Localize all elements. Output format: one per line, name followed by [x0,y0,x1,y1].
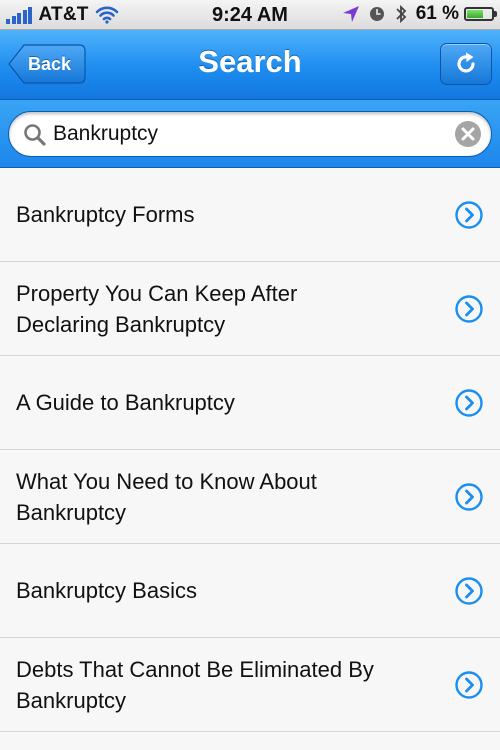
search-field[interactable] [8,111,492,157]
battery-percent: 61 % [415,3,459,24]
list-item-label: A Guide to Bankruptcy [16,390,235,415]
disclosure-chevron-icon[interactable] [454,482,484,512]
navigation-bar: Back Search [0,30,500,100]
battery-icon [464,7,497,21]
list-item-label: Debts That Cannot Be Eliminated By Bankr… [16,656,374,713]
list-item[interactable]: Bankruptcy Basics [0,544,500,638]
list-item[interactable]: Debts That Cannot Be Eliminated By Bankr… [0,638,500,732]
list-item[interactable]: What You Need to Know About Bankruptcy [0,450,500,544]
battery-level-fill [467,10,483,18]
location-arrow-icon [342,5,360,23]
results-list: Bankruptcy Forms Property You Can Keep A… [0,168,500,732]
disclosure-chevron-icon[interactable] [454,294,484,324]
refresh-button[interactable] [440,43,492,85]
list-item[interactable]: Property You Can Keep After Declaring Ba… [0,262,500,356]
page-title: Search [198,44,302,79]
search-icon [23,123,47,152]
disclosure-chevron-icon[interactable] [454,670,484,700]
disclosure-chevron-icon[interactable] [454,576,484,606]
refresh-icon [453,51,479,77]
list-item[interactable]: A Guide to Bankruptcy [0,356,500,450]
search-bar [0,100,500,168]
status-bar: AT&T 9:24 AM 61 % [0,0,500,30]
search-input[interactable] [53,112,443,156]
list-item-label: Bankruptcy Forms [16,202,195,227]
alarm-clock-icon [368,5,386,23]
disclosure-chevron-icon[interactable] [454,388,484,418]
status-right: 61 % [334,3,497,25]
list-item-label: Bankruptcy Basics [16,578,197,603]
clear-icon[interactable] [455,121,481,147]
list-item[interactable]: Bankruptcy Forms [0,168,500,262]
list-item-label: Property You Can Keep After Declaring Ba… [16,280,298,337]
list-item-label: What You Need to Know About Bankruptcy [16,468,317,525]
bluetooth-icon [394,4,408,24]
disclosure-chevron-icon[interactable] [454,200,484,230]
